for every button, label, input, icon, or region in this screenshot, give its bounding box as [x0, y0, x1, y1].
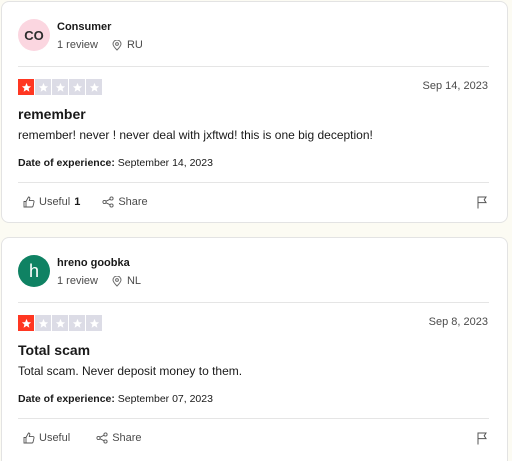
review-body: Total scam. Never deposit money to them.: [18, 364, 243, 378]
share-icon: [96, 432, 108, 444]
flag-icon[interactable]: [476, 196, 488, 209]
useful-button[interactable]: Useful 1: [23, 196, 80, 208]
experience-date: September 14, 2023: [117, 157, 213, 169]
experience-label: Date of experience:: [18, 157, 115, 169]
divider: [18, 302, 489, 303]
share-button[interactable]: Share: [96, 432, 142, 444]
star-icon: [35, 315, 51, 331]
author-meta: 1 review RU: [57, 39, 143, 51]
share-label: Share: [112, 432, 142, 444]
country-code: NL: [126, 275, 142, 287]
author-name[interactable]: Consumer: [57, 21, 111, 33]
review-date: Sep 8, 2023: [428, 316, 488, 328]
star-icon: [52, 315, 68, 331]
review-count: 1 review: [57, 39, 98, 51]
review-actions: Useful 1 Share: [23, 196, 170, 208]
share-button[interactable]: Share: [102, 196, 148, 208]
avatar-initials: CO: [24, 27, 44, 43]
star-icon: [86, 79, 102, 95]
review-count: 1 review: [57, 275, 98, 287]
divider: [18, 66, 489, 67]
star-icon: [86, 315, 102, 331]
divider: [18, 418, 489, 419]
country-code: RU: [126, 39, 143, 51]
review-card: h hreno goobka 1 review NL Sep 8, 2023 T…: [1, 237, 508, 461]
flag-icon[interactable]: [476, 432, 488, 445]
useful-button[interactable]: Useful: [23, 432, 74, 444]
location-pin-icon: [112, 39, 122, 51]
star-icon: [69, 79, 85, 95]
share-icon: [102, 196, 114, 208]
thumbs-up-icon: [23, 432, 35, 444]
review-date: Sep 14, 2023: [422, 80, 488, 92]
date-of-experience: Date of experience: September 07, 2023: [18, 393, 213, 405]
avatar[interactable]: CO: [18, 19, 50, 51]
experience-label: Date of experience:: [18, 393, 115, 405]
review-card: CO Consumer 1 review RU Sep 14, 2023 rem…: [1, 1, 508, 223]
review-title[interactable]: Total scam: [18, 342, 90, 358]
avatar-initials: h: [28, 260, 39, 281]
share-label: Share: [118, 196, 148, 208]
divider: [18, 182, 489, 183]
star-icon: [52, 79, 68, 95]
author-meta: 1 review NL: [57, 275, 141, 287]
star-icon: [35, 79, 51, 95]
useful-label: Useful: [39, 196, 71, 208]
location-pin-icon: [112, 275, 122, 287]
star-icon: [18, 79, 34, 95]
star-rating: [18, 315, 102, 331]
date-of-experience: Date of experience: September 14, 2023: [18, 157, 213, 169]
review-title[interactable]: remember: [18, 106, 86, 122]
author-name[interactable]: hreno goobka: [57, 257, 130, 269]
useful-count: 1: [74, 196, 81, 208]
review-actions: Useful Share: [23, 432, 164, 444]
useful-label: Useful: [39, 432, 71, 444]
star-icon: [18, 315, 34, 331]
experience-date: September 07, 2023: [117, 393, 213, 405]
star-rating: [18, 79, 102, 95]
avatar[interactable]: h: [18, 255, 50, 287]
thumbs-up-icon: [23, 196, 35, 208]
star-icon: [69, 315, 85, 331]
review-body: remember! never ! never deal with jxftwd…: [18, 128, 373, 142]
